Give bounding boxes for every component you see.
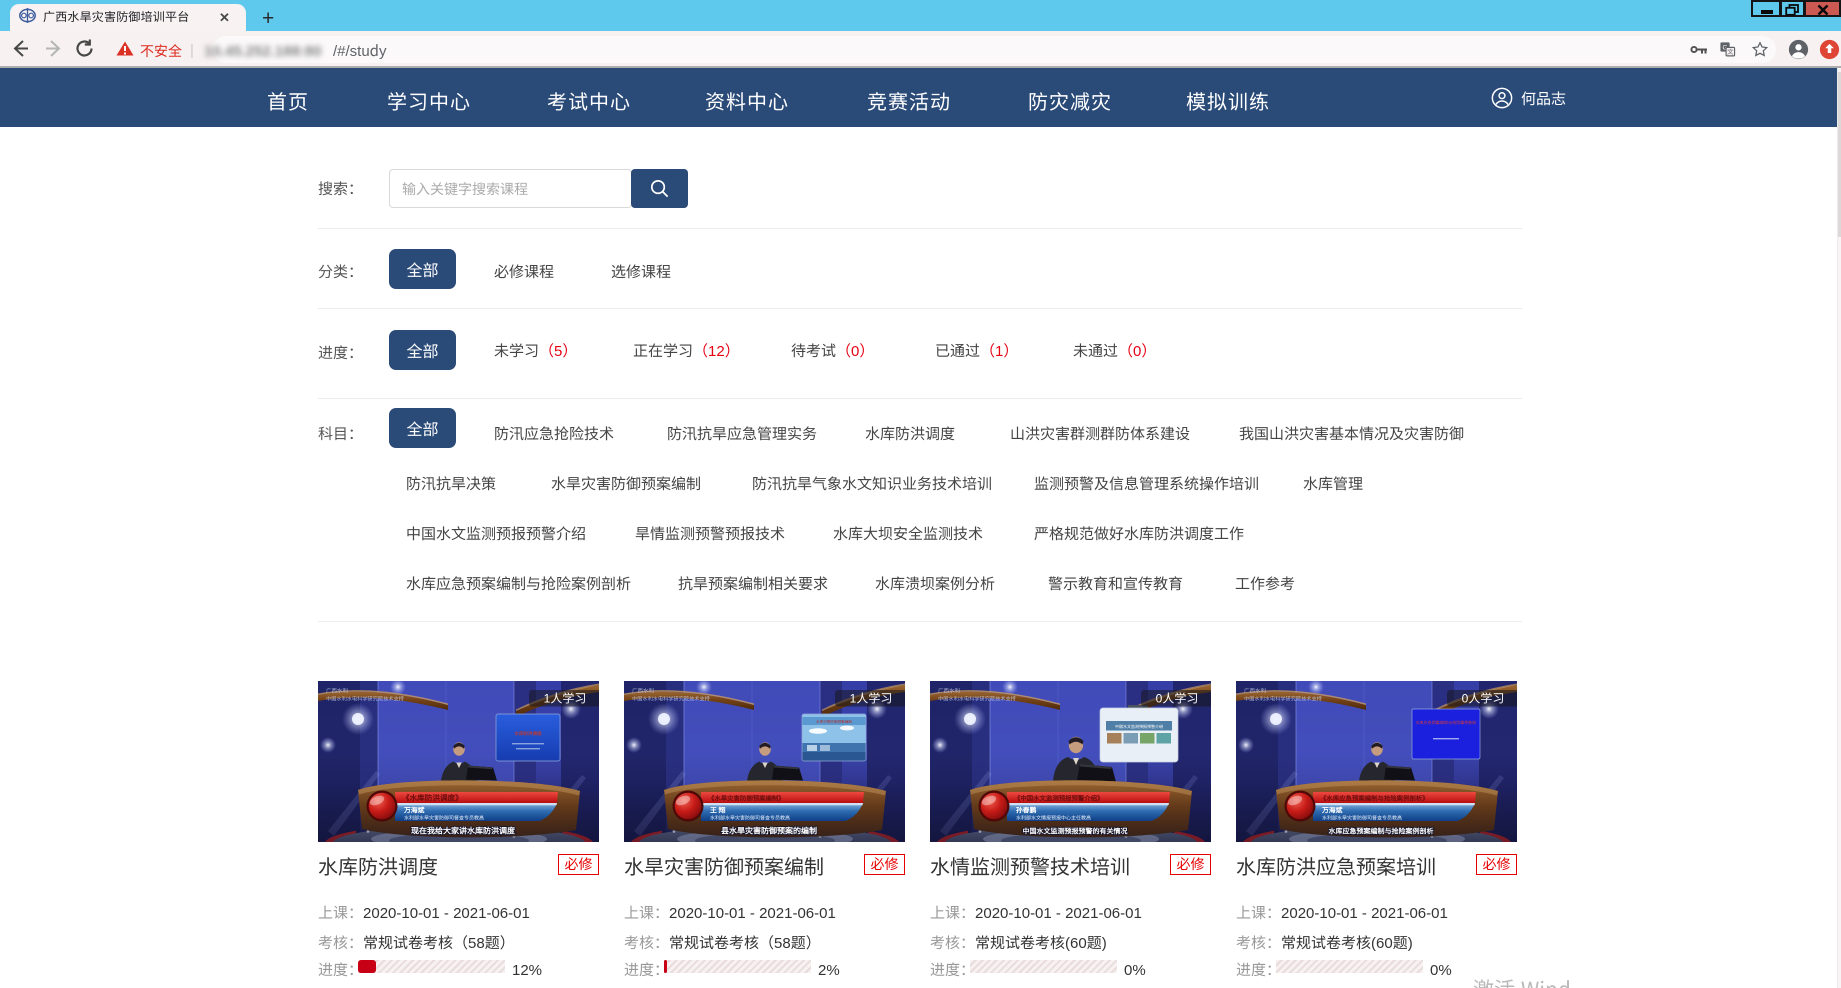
- svg-text:广西水利: 广西水利: [938, 687, 961, 695]
- svg-text:王 翔: 王 翔: [710, 805, 726, 815]
- svg-text:1人学习: 1人学习: [544, 690, 587, 707]
- svg-text:中国水文监测预报预警的有关情况: 中国水文监测预报预警的有关情况: [1023, 827, 1128, 837]
- svg-text:县水旱灾害防御预案的编制: 县水旱灾害防御预案的编制: [721, 826, 817, 837]
- svg-text:中国水利水电科学研究院技术支持: 中国水利水电科学研究院技术支持: [632, 695, 710, 703]
- svg-text:广西水利: 广西水利: [326, 687, 349, 695]
- svg-text:现在我给大家讲水库防洪调度: 现在我给大家讲水库防洪调度: [411, 826, 516, 837]
- svg-text:水利部水旱灾害防御司督查专员教高: 水利部水旱灾害防御司督查专员教高: [404, 815, 484, 822]
- svg-text:《水旱灾害防御预案编制》: 《水旱灾害防御预案编制》: [708, 794, 785, 803]
- svg-text:《中国水文监测预报预警介绍》: 《中国水文监测预报预警介绍》: [1014, 794, 1103, 803]
- svg-text:水库防洪调度: 水库防洪调度: [515, 731, 542, 737]
- svg-text:0人学习: 0人学习: [1156, 690, 1199, 707]
- svg-text:《水库应急预案编制与抢险案例剖析》: 《水库应急预案编制与抢险案例剖析》: [1320, 794, 1429, 803]
- svg-text:广西水利: 广西水利: [1244, 687, 1267, 695]
- svg-text:文: 文: [1727, 47, 1734, 56]
- svg-text:水利部水文情报预报中心主任教高: 水利部水文情报预报中心主任教高: [1016, 815, 1091, 822]
- svg-text:孙春鹏: 孙春鹏: [1016, 805, 1037, 815]
- svg-text:中国水利水电科学研究院技术支持: 中国水利水电科学研究院技术支持: [326, 695, 404, 703]
- svg-text:中国水利水电科学研究院技术支持: 中国水利水电科学研究院技术支持: [938, 695, 1016, 703]
- svg-text:1人学习: 1人学习: [850, 690, 893, 707]
- svg-text:水库应急预案编制与抢险案例剖析: 水库应急预案编制与抢险案例剖析: [1328, 827, 1434, 837]
- svg-text:水库应急预案编制与抢险案例剖析: 水库应急预案编制与抢险案例剖析: [1415, 720, 1476, 726]
- svg-text:水利部水旱灾害防御司督查专员教高: 水利部水旱灾害防御司督查专员教高: [1322, 815, 1402, 822]
- svg-text:中国水利水电科学研究院技术支持: 中国水利水电科学研究院技术支持: [1244, 695, 1322, 703]
- svg-text:广西水利: 广西水利: [632, 687, 655, 695]
- svg-text:水旱灾害防御预案编制: 水旱灾害防御预案编制: [816, 719, 852, 725]
- svg-text:0人学习: 0人学习: [1462, 690, 1505, 707]
- svg-text:万海斌: 万海斌: [403, 805, 425, 815]
- svg-text:水利部水旱灾害防御司督查专员教高: 水利部水旱灾害防御司督查专员教高: [710, 815, 790, 822]
- svg-text:《水库防洪调度》: 《水库防洪调度》: [402, 793, 463, 804]
- svg-text:万海斌: 万海斌: [1321, 805, 1343, 815]
- svg-text:中国水文监测预报预警介绍: 中国水文监测预报预警介绍: [1115, 724, 1163, 730]
